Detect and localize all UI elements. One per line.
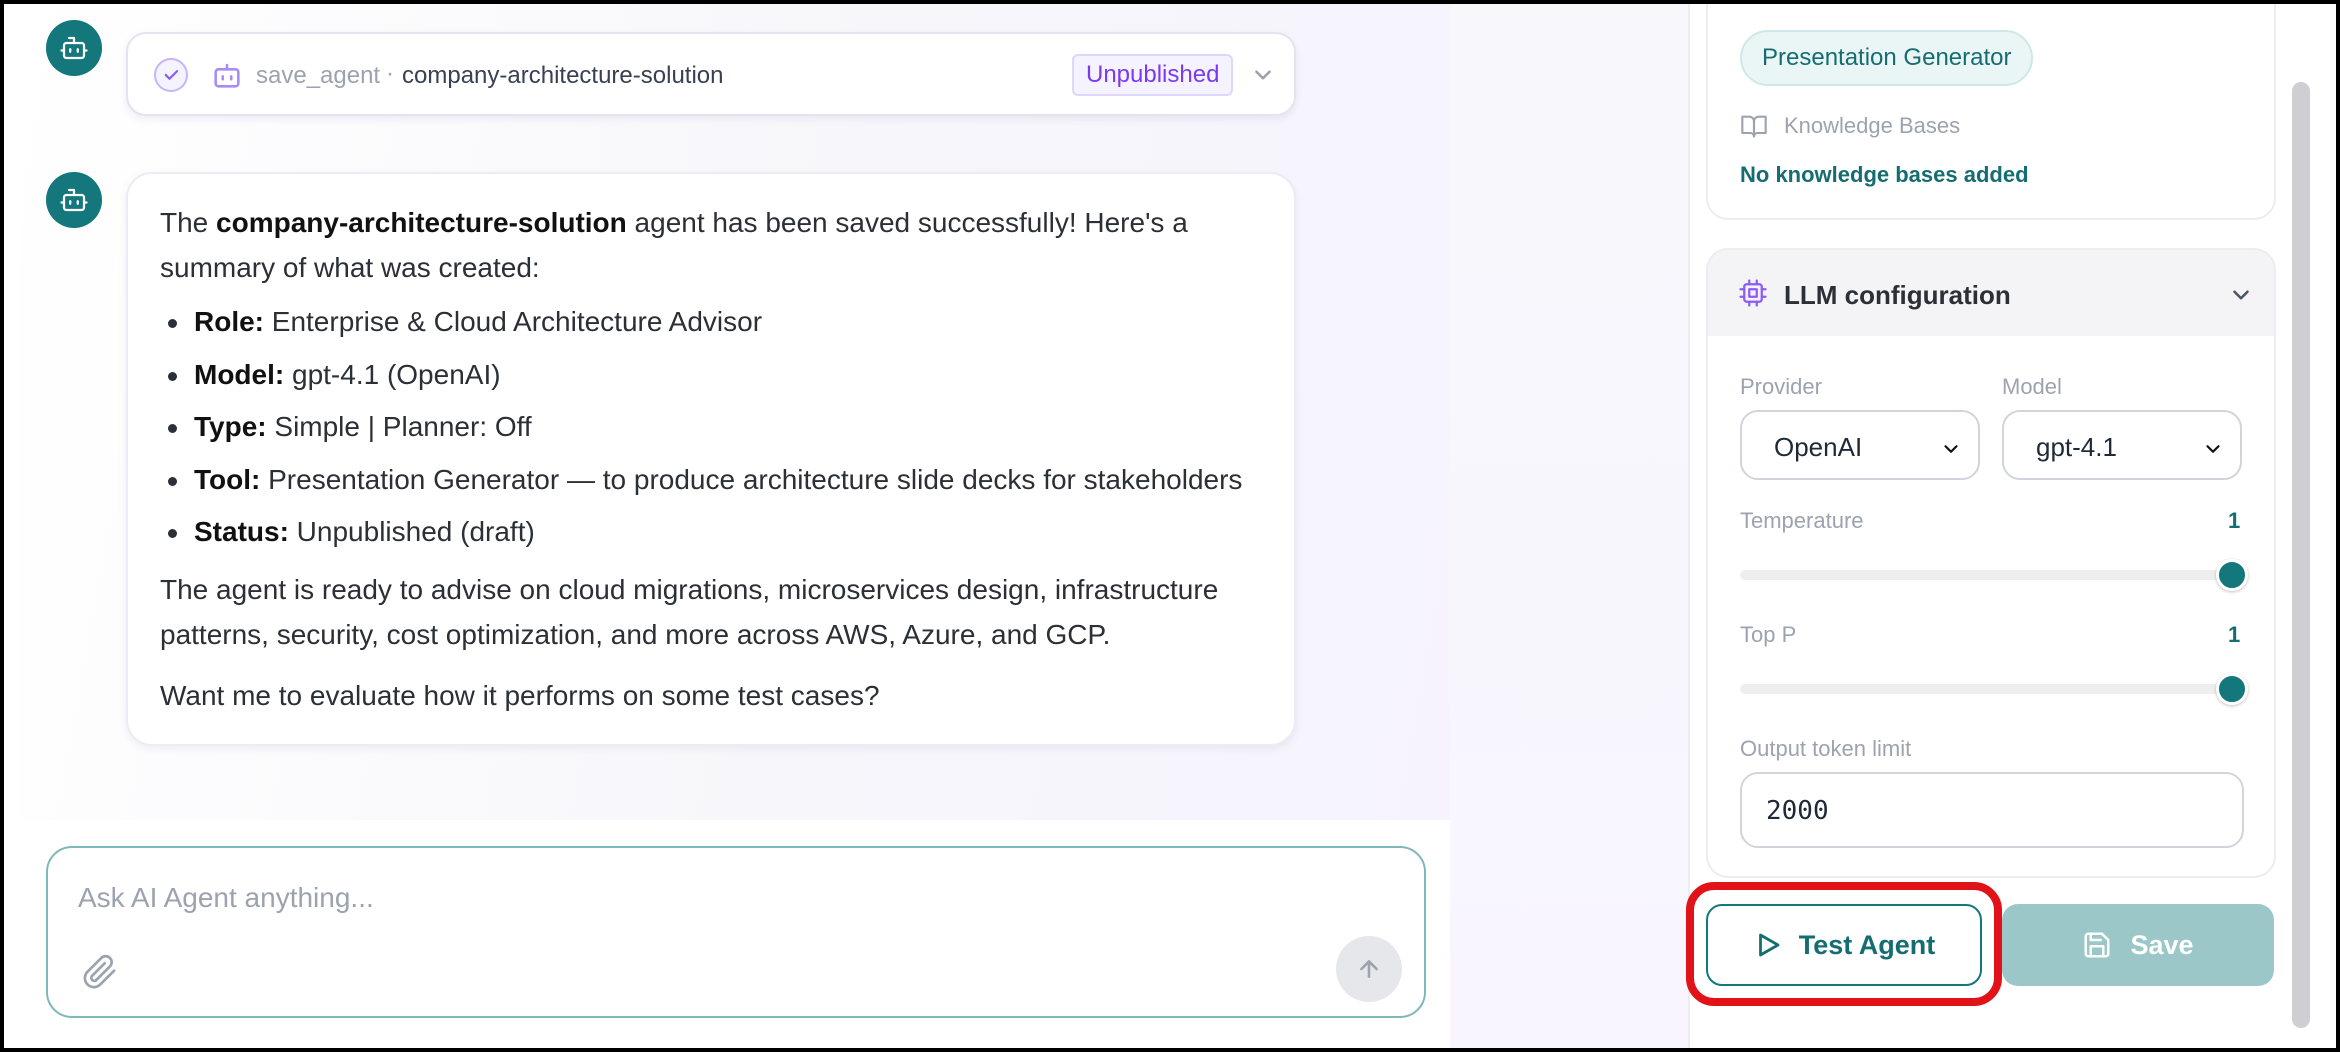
list-item: Model: gpt-4.1 (OpenAI) <box>160 349 1262 402</box>
provider-select[interactable]: OpenAI <box>1740 410 1980 480</box>
test-agent-button[interactable]: Test Agent <box>1706 904 1982 986</box>
knowledge-bases-empty: No knowledge bases added <box>1740 162 2029 187</box>
provider-value: OpenAI <box>1774 432 1863 462</box>
token-limit-label: Output token limit <box>1740 736 1912 761</box>
floppy-disk-icon <box>2084 932 2110 958</box>
chevron-down-icon[interactable] <box>1250 62 1276 88</box>
chat-input[interactable] <box>78 878 1378 918</box>
send-button[interactable] <box>1336 936 1402 1002</box>
assistant-message: The company-architecture-solution agent … <box>126 172 1296 746</box>
message-paragraph: The agent is ready to advise on cloud mi… <box>160 573 1219 650</box>
bot-icon <box>214 63 240 88</box>
arrow-up-icon <box>1360 960 1378 978</box>
temperature-slider[interactable] <box>1740 570 2230 580</box>
llm-config-card: LLM configuration Provider Model OpenAI … <box>1706 248 2276 878</box>
model-label: Model <box>2002 374 2062 399</box>
temperature-label: Temperature <box>1740 508 1864 533</box>
save-label: Save <box>2130 929 2194 960</box>
provider-label: Provider <box>1740 374 1822 399</box>
top-p-value: 1 <box>2228 622 2241 647</box>
paperclip-icon[interactable] <box>82 954 118 990</box>
top-p-slider-thumb[interactable] <box>2216 673 2248 705</box>
bot-avatar <box>46 20 102 76</box>
tools-card: Presentation Generator Knowledge Bases N… <box>1706 0 2276 220</box>
token-limit-input[interactable]: 2000 <box>1740 772 2244 848</box>
tool-name: save_agent <box>256 62 381 89</box>
temperature-value: 1 <box>2228 508 2241 533</box>
chevron-down-icon[interactable] <box>2228 282 2254 308</box>
llm-config-title: LLM configuration <box>1784 280 2011 310</box>
book-icon <box>1741 115 1767 138</box>
tool-separator: · <box>386 60 394 87</box>
model-select[interactable]: gpt-4.1 <box>2002 410 2242 480</box>
chevron-down-icon <box>1944 445 1958 453</box>
message-intro: The company-architecture-solution agent … <box>160 207 1188 283</box>
tool-call-card[interactable]: save_agent · company-architecture-soluti… <box>126 32 1296 116</box>
chevron-down-icon <box>2206 445 2220 453</box>
top-p-label: Top P <box>1740 622 1797 647</box>
tool-chip[interactable]: Presentation Generator <box>1740 30 2034 86</box>
list-item: Role: Enterprise & Cloud Architecture Ad… <box>160 296 1262 349</box>
tool-target: company-architecture-solution <box>402 62 724 89</box>
scrollbar-thumb[interactable] <box>2292 82 2310 1028</box>
status-badge: Unpublished <box>1072 54 1234 96</box>
knowledge-bases-label: Knowledge Bases <box>1784 113 1961 138</box>
bot-icon <box>60 188 88 212</box>
chat-background <box>1450 0 1690 1052</box>
save-button[interactable]: Save <box>2002 904 2274 986</box>
bot-icon <box>60 36 88 60</box>
list-item: Type: Simple | Planner: Off <box>160 401 1262 454</box>
test-agent-label: Test Agent <box>1798 929 1936 960</box>
message-closing: Want me to evaluate how it performs on s… <box>160 679 880 711</box>
list-item: Tool: Presentation Generator — to produc… <box>160 454 1262 507</box>
token-limit-value: 2000 <box>1766 796 1829 826</box>
agent-config-panel: Presentation Generator Knowledge Bases N… <box>1690 0 2296 1052</box>
agent-name: company-architecture-solution <box>216 207 627 238</box>
play-icon <box>1758 933 1780 957</box>
bot-avatar <box>46 172 102 228</box>
list-item: Status: Unpublished (draft) <box>160 506 1262 559</box>
temperature-slider-thumb[interactable] <box>2216 559 2248 591</box>
llm-config-header[interactable]: LLM configuration <box>1708 250 2274 336</box>
chat-input-box <box>46 846 1426 1018</box>
summary-list: Role: Enterprise & Cloud Architecture Ad… <box>160 296 1262 559</box>
model-value: gpt-4.1 <box>2036 432 2117 462</box>
cpu-icon <box>1739 279 1767 307</box>
top-p-slider[interactable] <box>1740 684 2230 694</box>
check-icon <box>154 58 188 92</box>
